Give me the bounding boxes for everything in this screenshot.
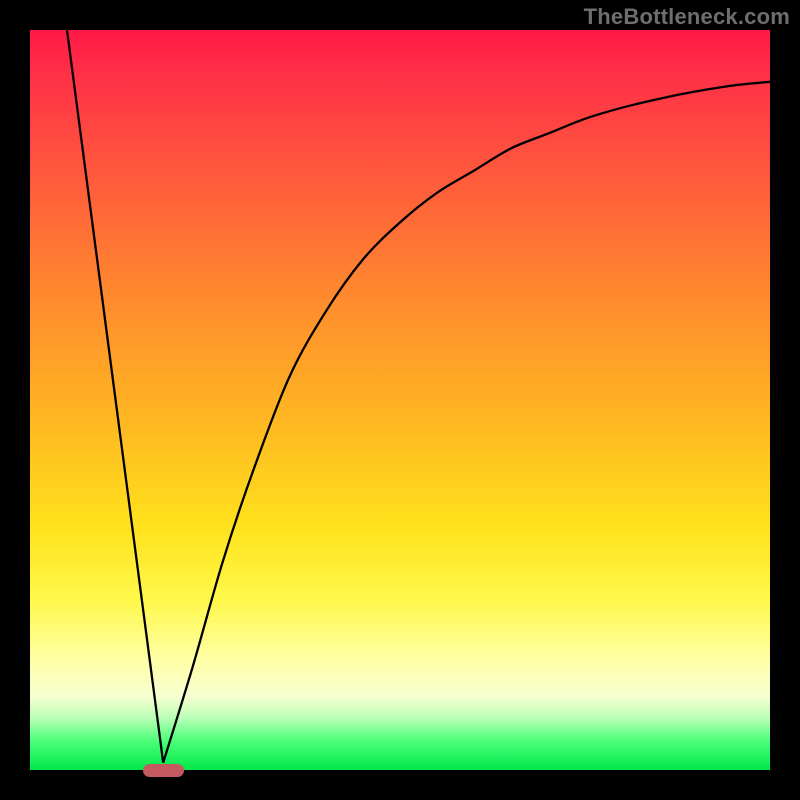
plot-area (30, 30, 770, 770)
curve-layer (30, 30, 770, 770)
chart-frame: TheBottleneck.com (0, 0, 800, 800)
left-line (67, 30, 163, 763)
watermark-text: TheBottleneck.com (584, 4, 790, 30)
valley-marker (143, 764, 184, 777)
right-curve (163, 82, 770, 763)
